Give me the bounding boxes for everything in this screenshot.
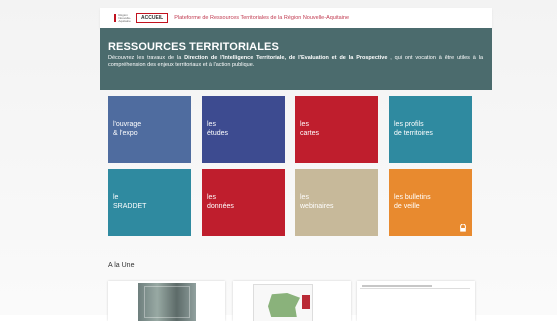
- tile-line-2: de territoires: [394, 130, 433, 137]
- tile-webinaires[interactable]: les webinaires: [295, 169, 378, 236]
- tile-sraddet[interactable]: le SRADDET: [108, 169, 191, 236]
- description-prefix: Découvrez les travaux de la: [108, 55, 182, 61]
- page-title: RESSOURCES TERRITORIALES: [108, 41, 279, 53]
- lock-icon: [460, 224, 466, 232]
- tile-line-1: l'ouvrage: [113, 121, 142, 128]
- document-rule: [360, 288, 470, 289]
- tile-profils-territoires[interactable]: les profils de territoires: [389, 96, 472, 163]
- red-sidebar-icon: [302, 295, 310, 309]
- featured-card-image: [138, 283, 196, 321]
- region-logo-icon: [114, 14, 117, 22]
- tile-etudes[interactable]: les études: [202, 96, 285, 163]
- tile-line-1: les: [300, 121, 309, 128]
- featured-card-3[interactable]: [357, 281, 475, 321]
- region-logo-text: Région Nouvelle-Aquitaine: [118, 12, 131, 23]
- tile-line-1: les: [207, 121, 216, 128]
- tile-line-1: le: [113, 194, 119, 201]
- resource-tiles: l'ouvrage & l'expo les études les cartes…: [108, 96, 478, 238]
- page: Région Nouvelle-Aquitaine ACCUEIL Platef…: [0, 0, 557, 321]
- tile-bulletins-veille[interactable]: les bulletins de veille: [389, 169, 472, 236]
- featured-card-image: [253, 284, 313, 321]
- tile-line-2: de veille: [394, 203, 420, 210]
- section-title-a-la-une: A la Une: [108, 262, 135, 269]
- tile-cartes[interactable]: les cartes: [295, 96, 378, 163]
- tile-line-1: les: [207, 194, 216, 201]
- tile-line-2: & l'expo: [113, 130, 138, 137]
- tile-line-1: les: [300, 194, 309, 201]
- tile-line-2: webinaires: [300, 203, 334, 210]
- accueil-button[interactable]: ACCUEIL: [136, 13, 169, 23]
- featured-card-2[interactable]: [233, 281, 351, 321]
- tile-line-2: données: [207, 203, 234, 210]
- map-thumbnail-icon: [268, 293, 300, 317]
- tile-line-2: études: [207, 130, 229, 137]
- description-bold: Direction de l'Intelligence Territoriale…: [184, 55, 388, 61]
- top-navigation-bar: Région Nouvelle-Aquitaine ACCUEIL Platef…: [100, 8, 492, 28]
- document-header-line: [362, 285, 432, 287]
- platform-title: Plateforme de Ressources Territoriales d…: [174, 15, 350, 21]
- featured-card-1[interactable]: [108, 281, 225, 321]
- tile-line-2: cartes: [300, 130, 320, 137]
- banner: RESSOURCES TERRITORIALES Découvrez les t…: [100, 28, 492, 90]
- tile-donnees[interactable]: les données: [202, 169, 285, 236]
- page-description: Découvrez les travaux de la Direction de…: [108, 55, 483, 68]
- tile-line-1: les bulletins: [394, 194, 431, 201]
- tile-line-2: SRADDET: [113, 203, 147, 210]
- tile-line-1: les profils: [394, 121, 424, 128]
- tile-ouvrage-expo[interactable]: l'ouvrage & l'expo: [108, 96, 191, 163]
- region-logo[interactable]: Région Nouvelle-Aquitaine: [114, 13, 132, 24]
